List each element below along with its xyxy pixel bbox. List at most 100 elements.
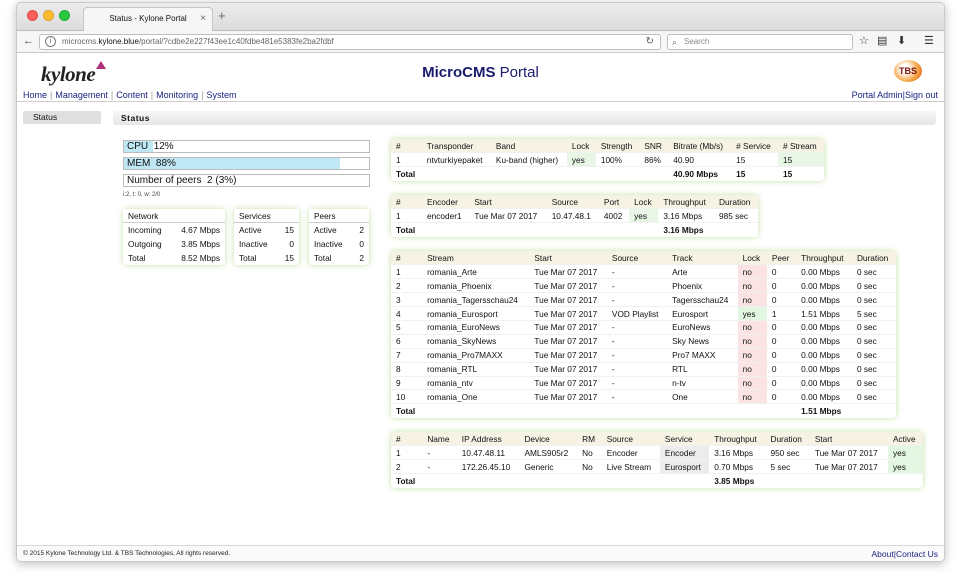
menu-separator: | [110, 90, 114, 100]
peers-panel: Peers Active 2 Inactive 0 Total 2 [309, 209, 369, 265]
stream-cell: no [737, 389, 767, 405]
transponder-panel: # Transponder Band Lock Strength SNR Bitrate (… [391, 139, 824, 181]
encoder-cell: 10.47.48.1 [546, 208, 599, 224]
encoder-table: # Encoder Start Source Port Lock Throughput Dur… [391, 195, 758, 237]
stream-cell: no [737, 278, 767, 294]
stream-row[interactable]: 2 romania_Phoenix Tue Mar 07 2017- Phoenix n… [391, 278, 896, 294]
peer-column-header: Service [659, 432, 710, 447]
info-icon[interactable]: i [45, 36, 56, 47]
sidebar-item-status[interactable]: Status [23, 111, 101, 124]
menu-hamburger-icon[interactable]: ☰ [924, 34, 934, 47]
stream-cell: VOD Playlist [606, 306, 668, 321]
menu-item-monitoring[interactable]: Monitoring [156, 90, 198, 100]
new-tab-button[interactable]: + [218, 8, 226, 23]
encoder-header-row: # Encoder Start Source Port Lock Throughput Dur… [391, 195, 758, 210]
stream-cell: 0 sec [851, 278, 896, 294]
encoder-panel: # Encoder Start Source Port Lock Throughput Dur… [391, 195, 758, 237]
peer-total-cell [519, 474, 577, 488]
stream-row[interactable]: 6 romania_SkyNews Tue Mar 07 2017- Sky News… [391, 334, 896, 349]
stream-cell: 0 [766, 376, 797, 391]
transponder-cell: 1 [391, 152, 422, 168]
peer-row[interactable]: 1-10.47.48.11 AMLS905r2 No Encoder Encoder 3.… [391, 445, 923, 461]
menu-separator: | [150, 90, 154, 100]
navigation-bar: ← i microcms.kylone.blue/portal/?cdbe2e2… [17, 31, 944, 53]
reading-list-icon[interactable]: ▤ [877, 34, 887, 47]
stream-cell: Tue Mar 07 2017 [529, 306, 607, 321]
stream-cell: no [737, 320, 767, 335]
peer-cell: 2 [391, 459, 423, 475]
stream-row[interactable]: 7 romania_Pro7MAXX Tue Mar 07 2017- Pro7 MA… [391, 348, 896, 363]
encoder-total-cell [469, 223, 546, 237]
encoder-column-header: # [391, 195, 422, 210]
stream-total-cell [422, 404, 529, 418]
services-value: 0 [289, 238, 294, 249]
reload-icon[interactable]: ↻ [646, 35, 654, 49]
stream-row[interactable]: 3 romania_Tagersschau24 Tue Mar 07 2017- Ta… [391, 292, 896, 308]
transponder-row[interactable]: 1 ntvturkiyepaket Ku-band (higher) yes 100% 8… [391, 152, 824, 168]
peers-label: Inactive [314, 238, 343, 249]
peer-cell: - [422, 445, 457, 461]
menu-item-portal-admin[interactable]: Portal Admin [852, 90, 903, 100]
transponder-cell: 40.90 [668, 152, 732, 168]
maximize-window-button[interactable] [59, 10, 70, 21]
network-value: 3.85 Mbps [181, 238, 220, 249]
main-menu: Home | Management | Content | Monitoring | Syste… [17, 89, 944, 102]
footer-link-contact-us[interactable]: Contact Us [896, 549, 938, 559]
encoder-total-cell [599, 223, 629, 237]
menu-item-management[interactable]: Management [55, 90, 108, 100]
menu-item-sign-out[interactable]: Sign out [905, 90, 938, 100]
stream-cell: romania_ntv [422, 376, 530, 391]
stream-cell: Arte [667, 264, 738, 280]
menu-item-content[interactable]: Content [116, 90, 148, 100]
encoder-total-row: Total 3.16 Mbps [391, 223, 758, 237]
stream-row[interactable]: 10 romania_One Tue Mar 07 2017- One no 0 0.00 … [391, 389, 896, 405]
stream-cell: romania_Tagersschau24 [422, 292, 530, 308]
stream-cell: 9 [391, 376, 423, 391]
stream-row[interactable]: 9 romania_ntv Tue Mar 07 2017- n-tv no 0 0.00 … [391, 376, 896, 391]
stream-cell: 5 [391, 320, 423, 335]
stream-row[interactable]: 1 romania_Arte Tue Mar 07 2017- Arte no 0 0.00… [391, 264, 896, 280]
peer-column-header: IP Address [456, 432, 520, 447]
stream-row[interactable]: 8 romania_RTL Tue Mar 07 2017- RTL no 0 0.00 M… [391, 362, 896, 377]
footer-link-about[interactable]: About [872, 549, 894, 559]
network-label: Total [128, 252, 146, 263]
menu-item-home[interactable]: Home [23, 90, 47, 100]
minimize-window-button[interactable] [43, 10, 54, 21]
stream-cell: 0 sec [851, 362, 896, 377]
transponder-column-header: Strength [595, 139, 640, 154]
peer-cell: AMLS905r2 [519, 445, 578, 461]
transponder-column-header: Lock [566, 139, 596, 154]
encoder-column-header: Lock [629, 195, 659, 210]
stream-cell: 1 [766, 306, 797, 321]
stream-cell: Tagersschau24 [667, 292, 738, 308]
stream-cell: 0.00 Mbps [796, 320, 852, 335]
browser-tab[interactable]: Status - Kylone Portal × [83, 7, 213, 31]
bookmark-star-icon[interactable]: ☆ [859, 34, 869, 47]
transponder-column-header: SNR [639, 139, 669, 154]
transponder-column-header: # [391, 139, 422, 154]
network-row: Total 8.52 Mbps [123, 251, 225, 265]
stream-total-cell: Total [396, 405, 416, 416]
peer-cell: 172.26.45.10 [456, 459, 520, 475]
stream-cell: 0.00 Mbps [796, 348, 852, 363]
peer-cell: No [577, 459, 602, 475]
search-input[interactable]: ⌕ Search [667, 34, 853, 50]
menu-item-system[interactable]: System [207, 90, 237, 100]
peer-total-cell [765, 474, 809, 488]
peer-column-header: Active [887, 432, 923, 447]
stream-row[interactable]: 4 romania_Eurosport Tue Mar 07 2017 VOD Pla… [391, 306, 896, 321]
back-arrow-icon[interactable]: ← [23, 34, 34, 49]
transponder-cell: yes [566, 152, 596, 168]
stream-cell: - [606, 362, 668, 377]
download-icon[interactable]: ⬇ [897, 34, 906, 47]
close-window-button[interactable] [27, 10, 38, 21]
peer-column-header: RM [577, 432, 602, 447]
encoder-row[interactable]: 1 encoder1 Tue Mar 07 2017 10.47.48.1 4002 ye… [391, 208, 758, 224]
tab-close-icon[interactable]: × [200, 8, 206, 30]
menu-separator: | [50, 90, 53, 100]
peer-row[interactable]: 2-172.26.45.10 Generic No Live Stream Eurosp… [391, 459, 923, 475]
network-table: Network Incoming 4.67 Mbps Outgoing 3.85 Mbp… [123, 209, 225, 265]
stream-row[interactable]: 5 romania_EuroNews Tue Mar 07 2017- EuroNew… [391, 320, 896, 335]
url-bar[interactable]: i microcms.kylone.blue/portal/?cdbe2e227… [39, 34, 661, 50]
stream-cell: - [606, 292, 668, 308]
